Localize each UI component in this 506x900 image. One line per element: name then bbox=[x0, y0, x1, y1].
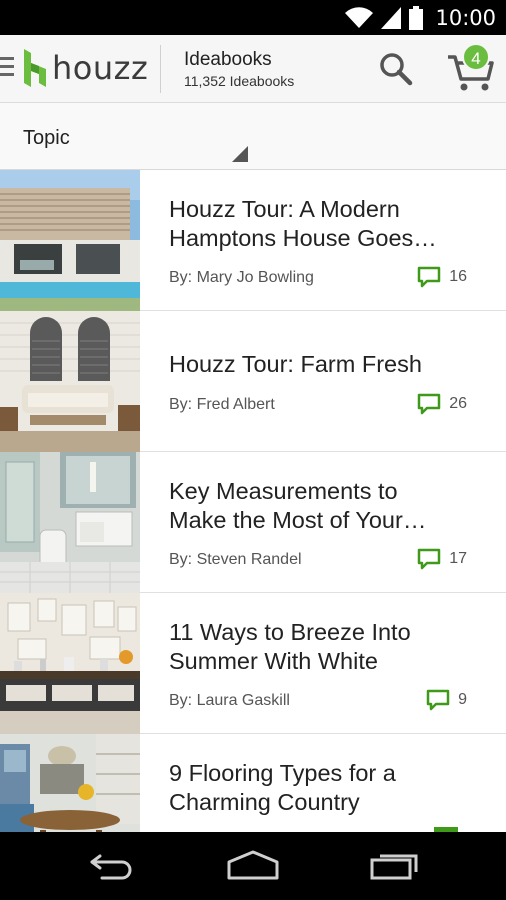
comment-count[interactable]: 26 bbox=[417, 393, 467, 415]
cart-count-badge: 4 bbox=[462, 43, 490, 71]
list-item[interactable]: Houzz Tour: A Modern Hamptons House Goes… bbox=[0, 170, 506, 311]
recent-apps-icon bbox=[370, 854, 418, 880]
back-icon bbox=[90, 854, 132, 880]
page-title: Ideabooks bbox=[184, 49, 272, 70]
comment-count-value: 16 bbox=[449, 268, 467, 285]
wifi-icon bbox=[345, 6, 374, 28]
topic-dropdown-label: Topic bbox=[23, 127, 70, 149]
article-title[interactable]: 11 Ways to Breeze Into Summer With White bbox=[169, 618, 459, 676]
comment-count[interactable]: 9 bbox=[426, 689, 467, 711]
logo-text: houzz bbox=[52, 49, 149, 87]
cart-button[interactable]: 4 bbox=[446, 43, 496, 93]
article-thumbnail bbox=[0, 170, 140, 311]
list-item[interactable]: Houzz Tour: Farm Fresh By: Fred Albert 2… bbox=[0, 311, 506, 452]
comment-icon bbox=[417, 266, 441, 288]
search-icon bbox=[380, 53, 413, 86]
comment-count[interactable]: 16 bbox=[417, 266, 467, 288]
list-item[interactable]: Key Measurements to Make the Most of You… bbox=[0, 452, 506, 593]
app-bar: houzz Ideabooks 11,352 Ideabooks 4 bbox=[0, 35, 506, 103]
comment-icon bbox=[417, 548, 441, 570]
article-title[interactable]: Houzz Tour: A Modern Hamptons House Goes… bbox=[169, 195, 459, 253]
article-thumbnail bbox=[0, 311, 140, 452]
system-nav-bar bbox=[0, 832, 506, 900]
battery-icon bbox=[409, 5, 424, 30]
signal-icon bbox=[381, 6, 402, 29]
comment-icon bbox=[417, 393, 441, 415]
back-button[interactable] bbox=[88, 850, 136, 885]
comment-count[interactable]: 17 bbox=[417, 548, 467, 570]
article-author: By: Laura Gaskill bbox=[169, 692, 290, 709]
recent-apps-button[interactable] bbox=[370, 850, 420, 885]
article-title[interactable]: 9 Flooring Types for a Charming Country bbox=[169, 759, 459, 817]
search-button[interactable] bbox=[378, 51, 414, 87]
list-item[interactable]: 11 Ways to Breeze Into Summer With White… bbox=[0, 593, 506, 734]
article-author: By: Mary Jo Bowling bbox=[169, 269, 314, 286]
ideabook-list: Houzz Tour: A Modern Hamptons House Goes… bbox=[0, 170, 506, 875]
houzz-logo[interactable]: houzz bbox=[24, 49, 148, 87]
article-author: By: Steven Randel bbox=[169, 551, 302, 568]
status-time: 10:00 bbox=[435, 5, 496, 30]
comment-count-value: 17 bbox=[449, 550, 467, 567]
comment-count-value: 26 bbox=[449, 395, 467, 412]
dropdown-arrow-icon bbox=[232, 146, 248, 162]
article-author: By: Fred Albert bbox=[169, 396, 275, 413]
article-thumbnail bbox=[0, 593, 140, 734]
article-title[interactable]: Houzz Tour: Farm Fresh bbox=[169, 350, 459, 379]
page-subtitle: 11,352 Ideabooks bbox=[184, 73, 295, 89]
article-thumbnail bbox=[0, 452, 140, 593]
topic-filter[interactable]: Topic bbox=[0, 103, 506, 170]
home-button[interactable] bbox=[226, 850, 280, 885]
comment-icon bbox=[426, 689, 450, 711]
home-icon bbox=[227, 850, 279, 880]
status-bar: 10:00 bbox=[0, 0, 506, 35]
houzz-logo-icon bbox=[24, 49, 46, 87]
article-title[interactable]: Key Measurements to Make the Most of You… bbox=[169, 477, 459, 535]
menu-icon[interactable] bbox=[0, 57, 14, 81]
header-divider bbox=[160, 45, 161, 93]
comment-count-value: 9 bbox=[458, 691, 467, 708]
title-block: Ideabooks 11,352 Ideabooks bbox=[184, 49, 294, 89]
